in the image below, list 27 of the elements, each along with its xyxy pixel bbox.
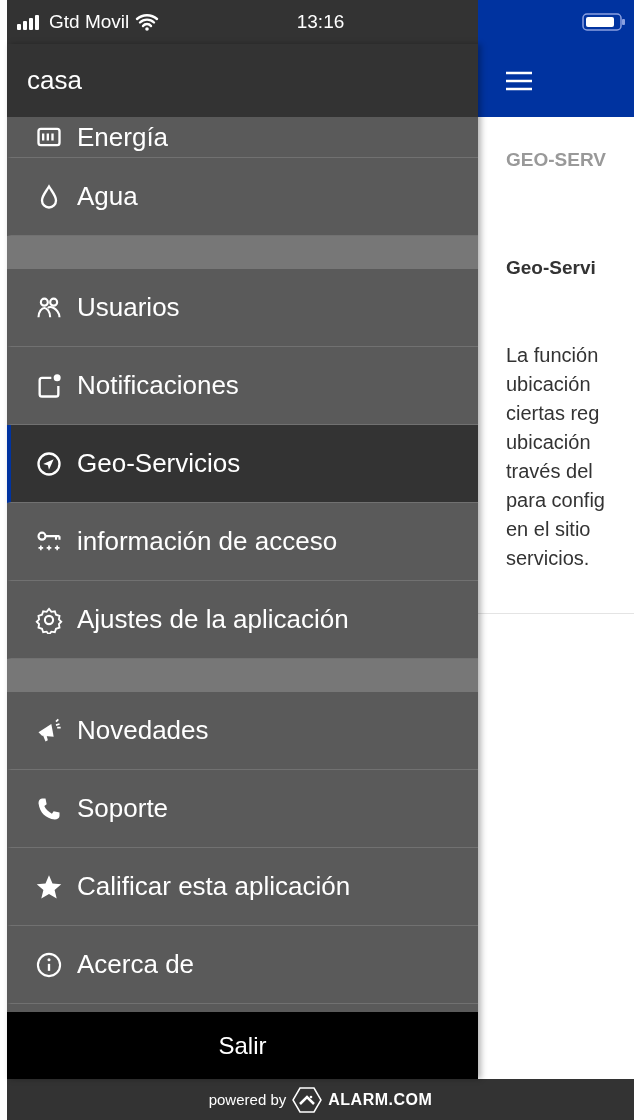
menu-item[interactable]: Geo-Servicios <box>7 425 478 503</box>
menu-item[interactable]: Ajustes de la aplicación <box>7 581 478 659</box>
status-time: 13:16 <box>296 11 345 33</box>
menu-item[interactable]: Acerca de <box>7 926 478 1004</box>
navigation-icon <box>35 449 63 478</box>
menu-icon[interactable] <box>506 70 532 91</box>
drawer-title: casa <box>7 44 478 117</box>
menu-item[interactable]: Agua <box>7 158 478 236</box>
wifi-icon <box>135 13 160 31</box>
logo-icon <box>292 1086 323 1113</box>
description-text: La función ubicación ciertas reg ubicación través del para config en el sitio servicios. <box>506 343 606 571</box>
carrier-name: Gtd Movil <box>49 11 130 33</box>
menu-item[interactable]: Calificar esta aplicación <box>7 848 478 926</box>
menu-item[interactable]: Notificaciones <box>7 347 478 425</box>
menu-item[interactable]: Energía <box>7 117 478 158</box>
logout-button[interactable]: Salir <box>7 1012 478 1079</box>
gear-icon <box>35 605 63 634</box>
menu-item[interactable]: información de acceso <box>7 503 478 581</box>
brand-name: ALARM.COM <box>328 1090 433 1109</box>
menu-item[interactable]: Usuarios <box>7 269 478 347</box>
menu-item[interactable]: Novedades <box>7 692 478 770</box>
section-title: GEO-SERV <box>506 149 607 171</box>
content-heading: Geo-Servi <box>506 257 597 279</box>
powered-by-text: powered by <box>208 1091 287 1108</box>
menu-item[interactable]: Soporte <box>7 770 478 848</box>
battery-icon <box>582 12 626 32</box>
info-icon <box>35 950 63 979</box>
